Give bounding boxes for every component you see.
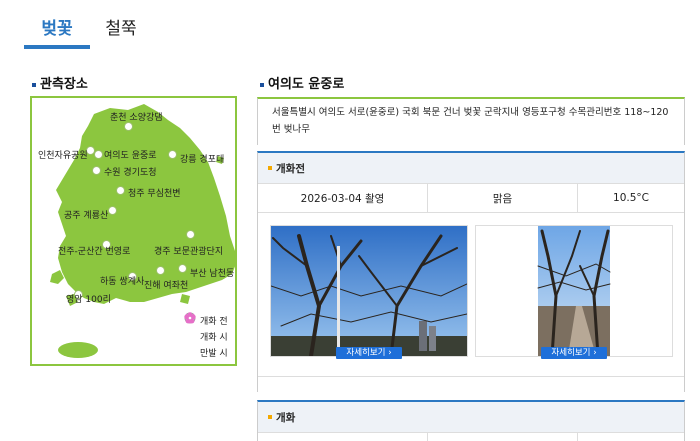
legend-full: 만발 시	[184, 312, 228, 360]
tab-cherry-blossom[interactable]: 벚꽃	[24, 14, 90, 49]
stage-info-row: 2026-03-04 촬영 맑음 10.5°C	[258, 183, 684, 213]
site-label-chuncheon[interactable]: 춘천 소양강댐	[110, 110, 163, 123]
stage-label: 개화전	[276, 162, 305, 175]
site-marker[interactable]	[156, 266, 165, 275]
stage-header: 개화전	[258, 153, 684, 183]
photo-card-1[interactable]	[270, 225, 468, 358]
legend-bloom: 개화 시	[184, 312, 228, 344]
jeju-island	[58, 342, 98, 358]
info-cell	[578, 433, 684, 441]
site-label-gongju[interactable]: 공주 계룡산	[64, 208, 108, 221]
stage-label: 개화	[276, 411, 296, 424]
location-title: 여의도 윤중로	[260, 73, 344, 92]
legend-bloom-label: 개화 시	[200, 332, 228, 343]
legend-full-label: 만발 시	[200, 348, 228, 359]
location-address: 서울특별시 여의도 서로(윤중로) 국회 북문 건너 벚꽃 군락지내 영등포구청…	[257, 97, 685, 145]
site-label-gangneung[interactable]: 강릉 경포대	[180, 152, 224, 165]
map-legend: 개화 전 개화 시 만발 시	[184, 312, 228, 360]
site-marker[interactable]	[168, 150, 177, 159]
bullet-icon	[268, 415, 272, 419]
site-marker[interactable]	[94, 150, 103, 159]
photo-1-cherry-trees[interactable]	[270, 226, 468, 358]
site-marker[interactable]	[108, 206, 117, 215]
tab-azalea[interactable]: 철쭉	[96, 14, 146, 49]
detail-button-1[interactable]: 자세히보기 ›	[336, 347, 402, 359]
site-label-suwon[interactable]: 수원 경기도청	[104, 165, 157, 178]
stage-before-bloom: 개화전 2026-03-04 촬영 맑음 10.5°C 자세히보기 › 자세히보…	[257, 151, 685, 392]
site-label-jeonju[interactable]: 전주-군산간 번영로	[58, 244, 130, 257]
tab-bar: 벚꽃 철쭉	[24, 14, 146, 49]
photo-gallery: 자세히보기 › 자세히보기 ›	[258, 213, 684, 377]
bullet-icon	[260, 82, 264, 87]
island-1	[50, 270, 64, 284]
site-marker[interactable]	[186, 230, 195, 239]
info-cell	[258, 433, 428, 441]
weather: 맑음	[428, 184, 578, 212]
site-marker[interactable]	[92, 166, 101, 175]
site-marker[interactable]	[124, 122, 133, 131]
photo-date: 2026-03-04 촬영	[258, 184, 428, 212]
photo-card-2[interactable]	[475, 225, 673, 358]
island-3	[180, 294, 190, 304]
legend-before-label: 개화 전	[200, 316, 228, 327]
stage-header: 개화	[258, 402, 684, 432]
detail-button-2-label: 자세히보기	[551, 348, 591, 358]
blossom-outline-icon	[184, 312, 196, 342]
photo-2-cherry-trees[interactable]	[476, 226, 672, 358]
korea-map: 춘천 소양강댐 인천자유공원 여의도 윤중로 강릉 경포대 수원 경기도청 청주…	[30, 96, 237, 366]
temperature: 10.5°C	[613, 192, 649, 204]
location-title-label: 여의도 윤중로	[268, 77, 345, 92]
observation-sites-label: 관측장소	[40, 77, 88, 92]
site-label-cheongju[interactable]: 청주 무심천변	[128, 186, 181, 199]
observation-sites-title: 관측장소	[32, 73, 88, 92]
chevron-right-icon: ›	[593, 348, 597, 358]
site-label-busan[interactable]: 부산 남천동	[190, 266, 234, 279]
site-marker[interactable]	[116, 186, 125, 195]
detail-button-2[interactable]: 자세히보기 ›	[541, 347, 607, 359]
site-label-jinhae[interactable]: 진해 여좌천	[144, 278, 188, 291]
stage-bloom: 개화	[257, 400, 685, 441]
stage-info-row	[258, 432, 684, 441]
bullet-icon	[268, 166, 272, 170]
blossom-filled-icon	[184, 312, 196, 358]
detail-button-1-label: 자세히보기	[346, 348, 386, 358]
site-label-yeongam[interactable]: 영암 100리	[66, 292, 111, 305]
bullet-icon	[32, 82, 36, 87]
site-marker[interactable]	[178, 264, 187, 273]
info-cell	[428, 433, 578, 441]
site-label-incheon[interactable]: 인천자유공원	[38, 148, 88, 161]
site-label-hadong[interactable]: 하동 쌍계사	[100, 274, 144, 287]
site-label-yeouido[interactable]: 여의도 윤중로	[104, 148, 157, 161]
chevron-right-icon: ›	[388, 348, 392, 358]
site-label-gyeongju[interactable]: 경주 보문관광단지	[154, 244, 223, 257]
